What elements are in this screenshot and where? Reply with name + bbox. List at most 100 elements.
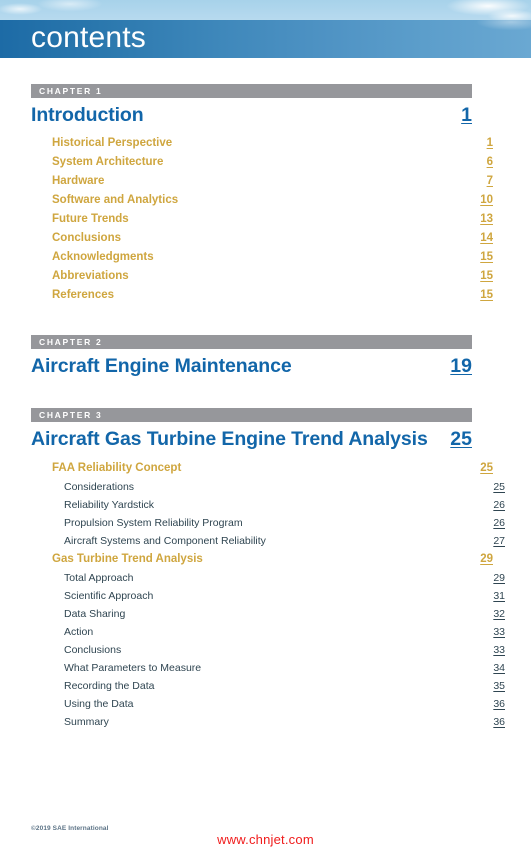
- page-title: contents: [31, 21, 147, 54]
- toc-entry-page[interactable]: 15: [480, 248, 493, 267]
- toc-entry-label[interactable]: Software and Analytics: [52, 191, 480, 210]
- toc-entry-label[interactable]: Considerations: [64, 478, 493, 496]
- copyright-notice: ©2019 SAE International: [31, 825, 109, 832]
- toc-entry-label[interactable]: Propulsion System Reliability Program: [64, 514, 493, 532]
- toc-entry-page[interactable]: 29: [493, 569, 505, 587]
- toc-entry-label[interactable]: Conclusions: [64, 641, 493, 659]
- chapter-number-bar: CHAPTER 1: [31, 84, 472, 98]
- chapter-title[interactable]: Aircraft Gas Turbine Engine Trend Analys…: [31, 428, 450, 451]
- toc-entry[interactable]: FAA Reliability Concept 25: [31, 459, 493, 478]
- toc-entry-label[interactable]: Reliability Yardstick: [64, 496, 493, 514]
- toc-entry-page[interactable]: 36: [493, 695, 505, 713]
- page-header: contents: [0, 0, 531, 58]
- toc-entry-page[interactable]: 33: [493, 641, 505, 659]
- toc-entry-label[interactable]: Conclusions: [52, 229, 480, 248]
- toc-entry-page[interactable]: 14: [480, 229, 493, 248]
- toc-entry[interactable]: Historical Perspective 1: [31, 134, 493, 153]
- chapter-title-row[interactable]: Introduction 1: [31, 104, 472, 127]
- toc-entry[interactable]: Data Sharing 32: [31, 605, 505, 623]
- toc-entry[interactable]: Considerations 25: [31, 478, 505, 496]
- toc-entry-label[interactable]: Data Sharing: [64, 605, 493, 623]
- toc-entry-label[interactable]: Acknowledgments: [52, 248, 480, 267]
- toc-entry[interactable]: Aircraft Systems and Component Reliabili…: [31, 532, 505, 550]
- chapter-number-bar: CHAPTER 2: [31, 335, 472, 349]
- chapter-block-2: CHAPTER 2 Aircraft Engine Maintenance 19: [0, 335, 531, 378]
- chapter-page-number[interactable]: 19: [450, 355, 472, 378]
- chapter-page-number[interactable]: 25: [450, 428, 472, 451]
- toc-entry-page[interactable]: 10: [480, 191, 493, 210]
- toc-entry-label[interactable]: Summary: [64, 713, 493, 731]
- toc-entry-page[interactable]: 15: [480, 267, 493, 286]
- toc-entry-label[interactable]: Using the Data: [64, 695, 493, 713]
- toc-entry[interactable]: Scientific Approach 31: [31, 587, 505, 605]
- toc-entry[interactable]: Action 33: [31, 623, 505, 641]
- chapter-title-row[interactable]: Aircraft Engine Maintenance 19: [31, 355, 472, 378]
- toc-entry[interactable]: Software and Analytics 10: [31, 191, 493, 210]
- toc-entry[interactable]: Hardware 7: [31, 172, 493, 191]
- toc-entry[interactable]: Future Trends 13: [31, 210, 493, 229]
- toc-entry[interactable]: Conclusions 33: [31, 641, 505, 659]
- toc-entry-label[interactable]: Future Trends: [52, 210, 480, 229]
- toc-entry-label[interactable]: FAA Reliability Concept: [52, 459, 480, 478]
- toc-entry-page[interactable]: 31: [493, 587, 505, 605]
- toc-entry-page[interactable]: 26: [493, 496, 505, 514]
- toc-entry-label[interactable]: Recording the Data: [64, 677, 493, 695]
- toc-entry[interactable]: Acknowledgments 15: [31, 248, 493, 267]
- toc-entry[interactable]: References 15: [31, 286, 493, 305]
- toc-entry[interactable]: Propulsion System Reliability Program 26: [31, 514, 505, 532]
- chapter-block-3: CHAPTER 3 Aircraft Gas Turbine Engine Tr…: [0, 408, 531, 731]
- chapter-3-entries: FAA Reliability Concept 25 Consideration…: [0, 459, 531, 731]
- toc-entry[interactable]: Total Approach 29: [31, 569, 505, 587]
- toc-entry-page[interactable]: 29: [480, 550, 493, 569]
- toc-entry-page[interactable]: 36: [493, 713, 505, 731]
- toc-entry-page[interactable]: 7: [487, 172, 493, 191]
- table-of-contents: CHAPTER 1 Introduction 1 Historical Pers…: [0, 58, 531, 731]
- chapter-number-label: CHAPTER 3: [39, 410, 103, 420]
- toc-entry[interactable]: Recording the Data 35: [31, 677, 505, 695]
- cloud-wisp-decoration: [411, 20, 531, 58]
- toc-entry-label[interactable]: References: [52, 286, 480, 305]
- toc-entry-page[interactable]: 32: [493, 605, 505, 623]
- toc-entry[interactable]: Abbreviations 15: [31, 267, 493, 286]
- toc-entry[interactable]: Using the Data 36: [31, 695, 505, 713]
- page-footer: ©2019 SAE International www.chnjet.com: [0, 820, 531, 860]
- toc-entry[interactable]: Reliability Yardstick 26: [31, 496, 505, 514]
- chapter-title[interactable]: Introduction: [31, 104, 461, 127]
- chapter-title-row[interactable]: Aircraft Gas Turbine Engine Trend Analys…: [31, 428, 472, 451]
- toc-entry-label[interactable]: Scientific Approach: [64, 587, 493, 605]
- toc-entry-label[interactable]: What Parameters to Measure: [64, 659, 493, 677]
- toc-entry-label[interactable]: Action: [64, 623, 493, 641]
- toc-entry-label[interactable]: Gas Turbine Trend Analysis: [52, 550, 480, 569]
- toc-entry-label[interactable]: Total Approach: [64, 569, 493, 587]
- toc-entry[interactable]: System Architecture 6: [31, 153, 493, 172]
- toc-entry-label[interactable]: Abbreviations: [52, 267, 480, 286]
- toc-entry-page[interactable]: 27: [493, 532, 505, 550]
- toc-entry-label[interactable]: Aircraft Systems and Component Reliabili…: [64, 532, 493, 550]
- toc-entry-page[interactable]: 25: [480, 459, 493, 478]
- toc-entry-page[interactable]: 13: [480, 210, 493, 229]
- chapter-number-label: CHAPTER 1: [39, 86, 103, 96]
- toc-entry-page[interactable]: 1: [487, 134, 493, 153]
- toc-entry-page[interactable]: 26: [493, 514, 505, 532]
- toc-entry-label[interactable]: Historical Perspective: [52, 134, 487, 153]
- toc-entry-page[interactable]: 35: [493, 677, 505, 695]
- toc-entry-page[interactable]: 15: [480, 286, 493, 305]
- toc-entry[interactable]: Gas Turbine Trend Analysis 29: [31, 550, 493, 569]
- toc-entry-label[interactable]: Hardware: [52, 172, 487, 191]
- toc-entry[interactable]: What Parameters to Measure 34: [31, 659, 505, 677]
- toc-entry-page[interactable]: 6: [487, 153, 493, 172]
- toc-entry-label[interactable]: System Architecture: [52, 153, 487, 172]
- toc-entry-page[interactable]: 34: [493, 659, 505, 677]
- toc-entry-page[interactable]: 25: [493, 478, 505, 496]
- chapter-page-number[interactable]: 1: [461, 104, 472, 127]
- chapter-number-label: CHAPTER 2: [39, 337, 103, 347]
- chapter-title[interactable]: Aircraft Engine Maintenance: [31, 355, 450, 378]
- watermark-url: www.chnjet.com: [217, 832, 314, 847]
- toc-entry-page[interactable]: 33: [493, 623, 505, 641]
- toc-entry[interactable]: Summary 36: [31, 713, 505, 731]
- toc-entry[interactable]: Conclusions 14: [31, 229, 493, 248]
